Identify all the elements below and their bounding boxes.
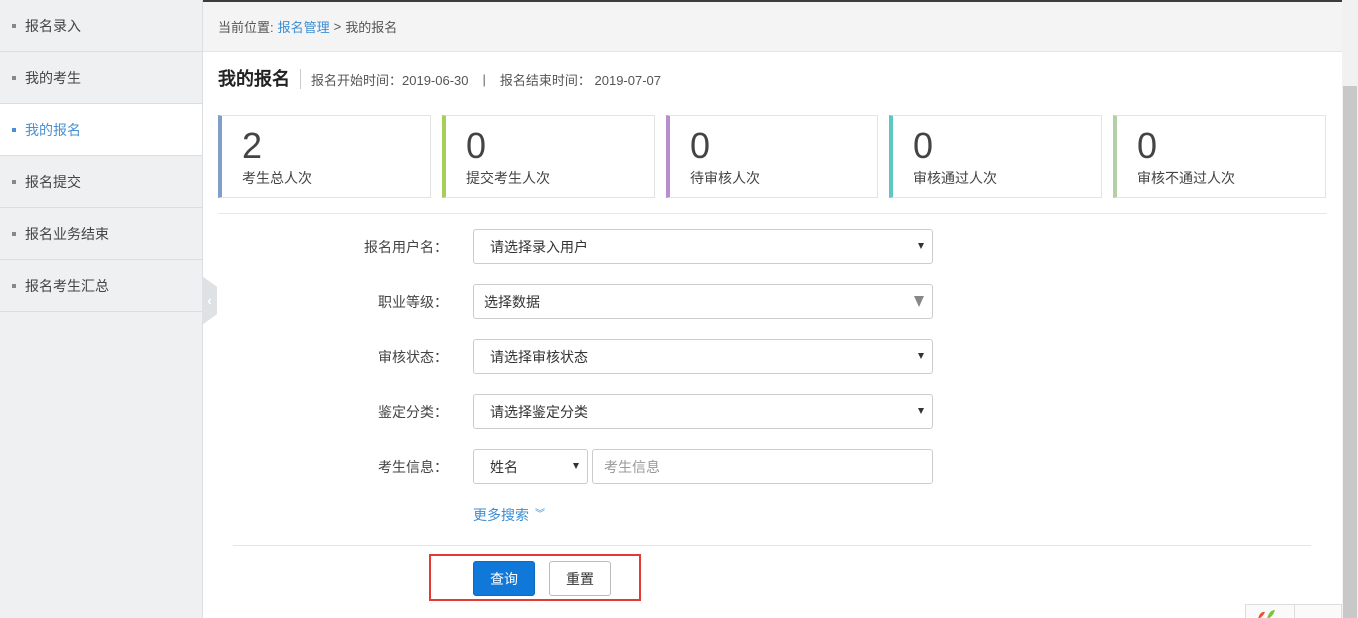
stat-card-pending-review: 0 待审核人次 xyxy=(666,115,878,198)
stat-card-review-passed: 0 审核通过人次 xyxy=(889,115,1102,198)
caret-down-icon xyxy=(918,353,924,359)
stat-card-total-candidates: 2 考生总人次 xyxy=(218,115,431,198)
form-divider xyxy=(233,545,1311,546)
info-label: 考生信息： xyxy=(378,459,448,475)
user-label: 报名用户名： xyxy=(364,239,448,255)
stat-card-review-failed: 0 审核不通过人次 xyxy=(1113,115,1326,198)
sidebar-item-registration-submit[interactable]: 报名提交 xyxy=(0,156,202,208)
page-header: 我的报名 报名开始时间：2019-06-30 | 报名结束时间： 2019-07… xyxy=(218,64,661,94)
bullet-icon xyxy=(12,23,16,28)
header-divider: | xyxy=(482,71,486,87)
info-type-select[interactable]: 姓名 xyxy=(473,449,588,484)
triangle-down-icon xyxy=(914,296,924,307)
sidebar-item-registration-entry[interactable]: 报名录入 xyxy=(0,0,202,52)
more-search-link[interactable]: 更多搜索 ︾ xyxy=(473,505,545,525)
category-select-value: 请选择鉴定分类 xyxy=(490,403,588,420)
status-label: 审核状态： xyxy=(378,349,448,365)
breadcrumb: 当前位置: 报名管理 > 我的报名 xyxy=(203,2,1342,52)
sidebar-item-label: 我的考生 xyxy=(25,69,81,86)
stat-value: 2 xyxy=(242,125,263,166)
stat-value: 0 xyxy=(913,125,934,166)
sidebar-item-label: 报名考生汇总 xyxy=(25,277,109,294)
stat-value: 0 xyxy=(1137,125,1158,166)
level-select-value: 选择数据 xyxy=(484,293,540,310)
query-button[interactable]: 查询 xyxy=(473,561,535,596)
registration-start-time: 报名开始时间：2019-06-30 xyxy=(311,72,469,88)
sidebar-collapse-button[interactable]: ‹ xyxy=(202,276,217,325)
corner-widget[interactable] xyxy=(1245,604,1342,618)
category-select[interactable]: 请选择鉴定分类 xyxy=(473,394,933,429)
stat-label: 审核不通过人次 xyxy=(1137,170,1235,186)
sidebar: 报名录入 我的考生 我的报名 报名提交 报名业务结束 报名考生汇总 xyxy=(0,0,203,618)
level-select[interactable]: 选择数据 xyxy=(473,284,933,319)
user-select[interactable]: 请选择录入用户 xyxy=(473,229,933,264)
corner-widget-divider xyxy=(1294,605,1295,618)
sidebar-item-label: 我的报名 xyxy=(25,121,81,138)
info-type-value: 姓名 xyxy=(490,458,518,475)
user-select-value: 请选择录入用户 xyxy=(490,238,588,255)
stat-label: 提交考生人次 xyxy=(466,170,550,186)
bullet-icon xyxy=(12,231,16,236)
stat-card-submitted-candidates: 0 提交考生人次 xyxy=(442,115,655,198)
scrollbar-thumb[interactable] xyxy=(1343,86,1357,618)
double-chevron-down-icon: ︾ xyxy=(535,509,545,520)
bullet-icon xyxy=(12,179,16,184)
reset-button[interactable]: 重置 xyxy=(549,561,611,596)
stat-value: 0 xyxy=(690,125,711,166)
sidebar-item-label: 报名业务结束 xyxy=(25,225,109,242)
leaf-logo-icon xyxy=(1258,610,1275,618)
caret-down-icon xyxy=(918,243,924,249)
breadcrumb-link-registration-management[interactable]: 报名管理 xyxy=(278,17,330,36)
caret-down-icon xyxy=(918,408,924,414)
breadcrumb-current: 我的报名 xyxy=(345,20,398,35)
sidebar-item-business-end[interactable]: 报名业务结束 xyxy=(0,208,202,260)
caret-down-icon xyxy=(573,463,579,469)
sidebar-item-my-candidates[interactable]: 我的考生 xyxy=(0,52,202,104)
page-scrollbar[interactable] xyxy=(1342,0,1358,618)
bullet-icon xyxy=(12,127,16,132)
page-title: 我的报名 xyxy=(218,69,301,89)
stat-label: 审核通过人次 xyxy=(913,170,997,186)
stat-label: 待审核人次 xyxy=(690,170,760,186)
stat-label: 考生总人次 xyxy=(242,170,312,186)
registration-end-time: 报名结束时间： 2019-07-07 xyxy=(499,72,662,88)
level-label: 职业等级： xyxy=(378,294,448,310)
chevron-left-icon: ‹ xyxy=(207,293,212,308)
category-label: 鉴定分类： xyxy=(378,404,448,420)
stat-value: 0 xyxy=(466,125,487,166)
info-input[interactable] xyxy=(592,449,933,484)
more-search-label: 更多搜索 xyxy=(473,507,529,523)
breadcrumb-prefix: 当前位置: xyxy=(218,20,274,35)
sidebar-item-label: 报名提交 xyxy=(25,173,81,190)
bullet-icon xyxy=(12,283,16,288)
status-select-value: 请选择审核状态 xyxy=(490,348,588,365)
status-select[interactable]: 请选择审核状态 xyxy=(473,339,933,374)
breadcrumb-separator: > xyxy=(333,19,342,34)
bullet-icon xyxy=(12,75,16,80)
stats-divider xyxy=(218,213,1327,214)
sidebar-item-candidate-summary[interactable]: 报名考生汇总 xyxy=(0,260,202,312)
sidebar-item-my-registration[interactable]: 我的报名 xyxy=(0,104,202,156)
sidebar-item-label: 报名录入 xyxy=(25,17,81,34)
